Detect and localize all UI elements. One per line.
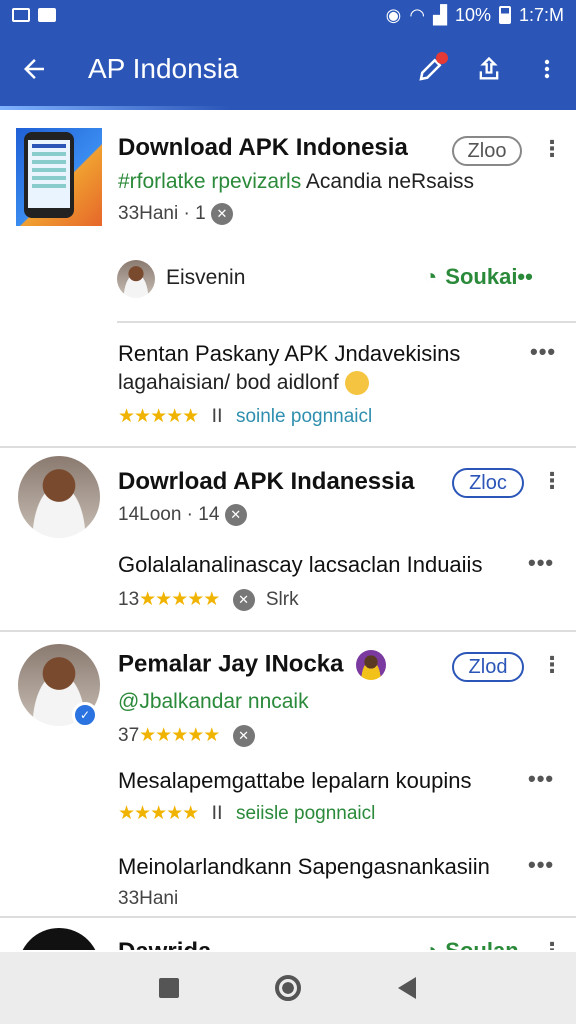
rating-row: 13★★★★★ ✕ Slrk: [118, 588, 299, 611]
author-avatar[interactable]: [18, 928, 100, 950]
app-bar: AP Indonsia: [0, 30, 576, 108]
item-meta: 33Hani: [118, 888, 179, 909]
follow-button[interactable]: ◔ Soukai••: [424, 264, 533, 290]
wifi-icon: ◠: [409, 4, 426, 25]
list-item[interactable]: ✓ Pemalar Jay INocka Zlod ⋮ @Jbalkandar …: [0, 632, 576, 932]
item-subtitle: lagahaisian/ bod aidlonf: [118, 371, 369, 396]
verified-badge-icon: ✓: [72, 702, 98, 728]
item-subtitle-dark: Acandia neRsaiss: [305, 170, 475, 193]
mini-avatar: [356, 650, 387, 680]
author-name[interactable]: Eisvenin: [166, 266, 245, 290]
item-body: Meinolarlandkann Sapengasnankasiin: [118, 854, 490, 879]
tools-icon: ✕: [232, 724, 255, 747]
status-bar: ◉ ◠ ▟ 10% 1:7:M: [0, 0, 576, 30]
more-horiz-icon[interactable]: •••: [528, 766, 554, 792]
page-title: AP Indonsia: [88, 53, 239, 84]
item-menu-icon[interactable]: ⋮: [540, 934, 564, 950]
tag-pill[interactable]: Zloc: [452, 468, 524, 498]
rating-row: 37★★★★★ ✕: [118, 724, 255, 747]
more-horiz-icon[interactable]: •••: [530, 339, 556, 365]
item-title[interactable]: Dowrload APK Indanessia: [118, 468, 415, 496]
item-title[interactable]: Dawrida: [118, 938, 211, 950]
phone-graphic: [24, 132, 74, 218]
rating-label: soinle pognnaicl: [235, 406, 373, 427]
item-menu-icon[interactable]: ⋮: [540, 648, 564, 682]
follow-label: Soukai••: [445, 264, 533, 289]
status-left: [12, 8, 56, 22]
item-menu-icon[interactable]: ⋮: [540, 132, 564, 166]
notification-badge: [436, 52, 448, 64]
camera-icon: ◉: [385, 4, 402, 25]
list-item[interactable]: Rentan Paskany APK Jndavekisins ••• laga…: [0, 323, 576, 443]
emoji-icon: [344, 371, 369, 396]
item-meta: 14Loon · 14 ✕: [118, 504, 247, 526]
more-horiz-icon[interactable]: •••: [528, 852, 554, 878]
system-nav-bar: [0, 952, 576, 1024]
battery-icon: [498, 6, 511, 24]
author-avatar[interactable]: [117, 260, 155, 298]
rating-row: ★★★★★ ⅠⅠ seiisle pognnaicl: [118, 803, 376, 824]
back-nav-button[interactable]: [382, 963, 432, 1013]
app-thumbnail[interactable]: [16, 128, 102, 226]
edit-button[interactable]: [402, 40, 460, 98]
item-title[interactable]: Rentan Paskany APK Jndavekisins: [118, 341, 460, 367]
item-handle[interactable]: @Jbalkandar nncaik: [118, 690, 309, 714]
tag-pill[interactable]: Zloo: [452, 136, 522, 166]
circle-icon: [274, 975, 301, 1001]
triangle-back-icon: [397, 977, 416, 999]
more-horiz-icon[interactable]: •••: [528, 550, 554, 576]
clock: 1:7:M: [518, 4, 564, 25]
list-item[interactable]: Download APK Indonesia Zloo ⋮ #rforlatke…: [0, 110, 576, 320]
item-title[interactable]: Download APK Indonesia: [118, 134, 408, 162]
meta-count: 1: [195, 203, 206, 225]
leaf-icon: ◔: [424, 264, 438, 289]
item-meta: 33Hani · 1 ✕: [118, 203, 233, 225]
home-button[interactable]: [263, 963, 313, 1013]
list-item[interactable]: Dawrida ◔ Soulan ⋮: [0, 918, 576, 950]
star-rating: ★★★★★: [118, 406, 199, 427]
rating-count: ⅠⅠ: [211, 406, 223, 427]
back-button[interactable]: [0, 30, 68, 108]
item-body: Mesalapemgattabe lepalarn koupins: [118, 768, 472, 793]
arrow-left-icon: [24, 59, 44, 79]
square-icon: [159, 978, 180, 998]
screenshot-icon: [38, 8, 56, 22]
meta-time: 33Hani ·: [118, 203, 190, 225]
notification-icon: [12, 8, 30, 22]
tools-icon: ✕: [224, 504, 247, 526]
star-rating: ★★★★★: [118, 803, 199, 824]
author-avatar[interactable]: [18, 456, 100, 538]
share-button[interactable]: [460, 40, 518, 98]
feed-list[interactable]: Download APK Indonesia Zloo ⋮ #rforlatke…: [0, 110, 576, 950]
follow-button[interactable]: ◔ Soulan: [424, 938, 519, 950]
overflow-menu-button[interactable]: [518, 40, 576, 98]
share-icon: [479, 56, 499, 80]
signal-icon: ▟: [433, 4, 447, 25]
status-right: ◉ ◠ ▟ 10% 1:7:M: [386, 5, 564, 26]
battery-percent: 10%: [454, 4, 491, 25]
item-body: Golalalanalinascay lacsaclan Induaiis: [118, 552, 483, 577]
item-menu-icon[interactable]: ⋮: [540, 464, 564, 498]
star-rating: ★★★★★: [139, 725, 220, 746]
item-title[interactable]: Pemalar Jay INocka: [118, 650, 387, 680]
item-subtitle-green: #rforlatke rpevizarls: [118, 170, 302, 193]
tools-icon: ✕: [232, 588, 255, 611]
leaf-icon: ◔: [424, 938, 437, 950]
list-item[interactable]: Dowrload APK Indanessia Zloc ⋮ 14Loon · …: [0, 448, 576, 628]
tools-icon: ✕: [210, 203, 233, 225]
more-vert-icon: [544, 59, 550, 79]
star-rating: ★★★★★: [139, 589, 220, 610]
rating-row: ★★★★★ ⅠⅠ soinle pognnaicl: [118, 405, 372, 428]
recents-button[interactable]: [144, 963, 194, 1013]
tag-pill[interactable]: Zlod: [452, 652, 524, 682]
